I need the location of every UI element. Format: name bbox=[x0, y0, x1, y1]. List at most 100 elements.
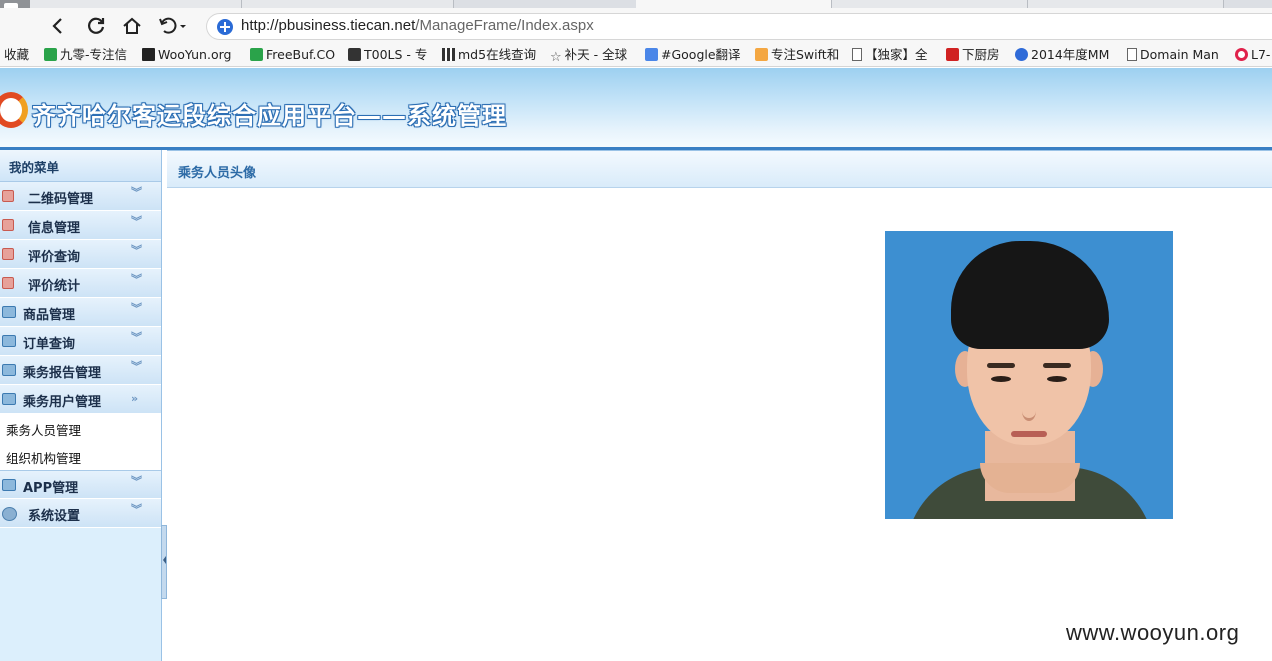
menu-red-icon bbox=[2, 219, 14, 231]
photo-mouth bbox=[1011, 431, 1047, 437]
photo-hair bbox=[951, 241, 1109, 349]
chevron-double-down-icon[interactable]: ︾ bbox=[131, 332, 145, 350]
chevron-double-down-icon[interactable]: ︾ bbox=[131, 187, 145, 205]
app-title: 齐齐哈尔客运段综合应用平台——系统管理 bbox=[32, 102, 507, 130]
menu-item-review-stats[interactable]: 评价统计 ︾ bbox=[0, 269, 161, 298]
bookmark-item[interactable]: md5在线查询 bbox=[442, 46, 536, 64]
bookmark-label: 九零-专注信 bbox=[60, 47, 128, 62]
url-host: http://pbusiness.tiecan.net bbox=[241, 17, 416, 34]
bookmark-label: 收藏 bbox=[4, 47, 30, 62]
crew-member-photo bbox=[885, 231, 1173, 519]
menu-item-orders[interactable]: 订单查询 ︾ bbox=[0, 327, 161, 356]
leaf-icon bbox=[44, 48, 57, 61]
menu-item-goods[interactable]: 商品管理 ︾ bbox=[0, 298, 161, 327]
document-icon bbox=[852, 48, 862, 61]
bookmark-favorites[interactable]: 收藏 bbox=[4, 46, 29, 64]
watermark: www.wooyun.org bbox=[1066, 620, 1240, 645]
menu-item-review-query[interactable]: 评价查询 ︾ bbox=[0, 240, 161, 269]
stack-icon bbox=[2, 306, 16, 318]
menu-red-icon bbox=[2, 190, 14, 202]
back-arrow-icon bbox=[52, 18, 62, 34]
undo-close-tab-button[interactable] bbox=[156, 14, 190, 38]
chevron-double-down-icon[interactable]: ︾ bbox=[131, 245, 145, 263]
bookmark-item[interactable]: 专注Swift和 bbox=[755, 46, 839, 64]
menu-item-qrcode[interactable]: 二维码管理 ︾ bbox=[0, 182, 161, 211]
menu-item-label: 二维码管理 bbox=[28, 192, 94, 207]
menu-item-label: 乘务报告管理 bbox=[23, 366, 102, 381]
menu-item-label: 乘务用户管理 bbox=[23, 395, 102, 410]
photo-nose bbox=[1022, 401, 1036, 421]
photo-eye bbox=[991, 376, 1011, 382]
sidebar-title: 我的菜单 bbox=[0, 150, 161, 182]
bookmark-label: Domain Man bbox=[1140, 47, 1219, 62]
swift-icon bbox=[755, 48, 768, 61]
undo-icon bbox=[159, 17, 186, 34]
grid-icon bbox=[442, 48, 455, 61]
wooyun-icon bbox=[142, 48, 155, 61]
star-icon: ☆ bbox=[550, 50, 562, 65]
chevron-double-down-icon[interactable]: ︾ bbox=[131, 303, 145, 321]
chevron-double-right-icon[interactable]: » bbox=[131, 393, 145, 411]
stack-icon bbox=[2, 393, 16, 405]
browser-tab[interactable] bbox=[1028, 0, 1224, 8]
bookmark-item[interactable]: #Google翻译 bbox=[645, 46, 741, 64]
site-security-icon[interactable] bbox=[217, 19, 233, 35]
browser-tab[interactable] bbox=[242, 0, 454, 8]
menu-item-app[interactable]: APP管理 ︾ bbox=[0, 470, 161, 499]
play-icon bbox=[1015, 48, 1028, 61]
photo-eye bbox=[1047, 376, 1067, 382]
menu-item-label: 评价查询 bbox=[28, 250, 81, 265]
bookmark-item[interactable]: 2014年度MM bbox=[1015, 46, 1109, 64]
sidebar: 我的菜单 二维码管理 ︾ 信息管理 ︾ 评价查询 ︾ 评价统计 ︾ 商品管理 ︾… bbox=[0, 150, 162, 661]
tools-icon bbox=[348, 48, 361, 61]
reload-icon bbox=[88, 17, 105, 34]
bookmark-label: T00LS - 专 bbox=[364, 47, 428, 62]
bookmarks-bar: 收藏 九零-专注信 WooYun.org FreeBuf.CO T00LS - … bbox=[0, 44, 1272, 67]
menu-item-crew-users[interactable]: 乘务用户管理 » bbox=[0, 385, 161, 414]
bookmark-item[interactable]: T00LS - 专 bbox=[348, 46, 427, 64]
browser-tab[interactable] bbox=[832, 0, 1028, 8]
bookmark-item[interactable]: L7- bbox=[1235, 46, 1270, 64]
menu-item-crew-report[interactable]: 乘务报告管理 ︾ bbox=[0, 356, 161, 385]
bookmark-item[interactable]: 下厨房 bbox=[946, 46, 1000, 64]
url-path: /ManageFrame/Index.aspx bbox=[415, 17, 594, 34]
chevron-double-down-icon[interactable]: ︾ bbox=[131, 476, 145, 494]
document-icon bbox=[1127, 48, 1137, 61]
home-button[interactable] bbox=[120, 14, 144, 38]
url-text[interactable]: http://pbusiness.tiecan.net/ManageFrame/… bbox=[241, 17, 594, 34]
chevron-double-down-icon[interactable]: ︾ bbox=[131, 361, 145, 379]
bookmark-item[interactable]: 九零-专注信 bbox=[44, 46, 127, 64]
stack-icon bbox=[2, 364, 16, 376]
chevron-double-down-icon[interactable]: ︾ bbox=[131, 274, 145, 292]
stack-icon bbox=[2, 479, 16, 491]
menu-item-label: APP管理 bbox=[23, 481, 79, 496]
bookmark-label: 【独家】全 bbox=[865, 47, 928, 62]
address-bar[interactable]: http://pbusiness.tiecan.net/ManageFrame/… bbox=[206, 13, 1272, 40]
bookmark-item[interactable]: WooYun.org bbox=[142, 46, 231, 64]
submenu-item-organization[interactable]: 组织机构管理 bbox=[0, 442, 161, 470]
menu-item-label: 评价统计 bbox=[28, 279, 81, 294]
browser-tab-active[interactable] bbox=[636, 0, 832, 8]
chevron-double-down-icon[interactable]: ︾ bbox=[131, 504, 145, 522]
bookmark-item[interactable]: FreeBuf.CO bbox=[250, 46, 335, 64]
bookmark-label: FreeBuf.CO bbox=[266, 47, 336, 62]
app-header: 齐齐哈尔客运段综合应用平台——系统管理 bbox=[0, 68, 1272, 150]
bookmark-label: L7- bbox=[1251, 47, 1271, 62]
back-button[interactable] bbox=[46, 14, 70, 38]
bookmark-item[interactable]: ☆ 补天 - 全球 bbox=[550, 46, 627, 65]
submenu-item-crew-staff[interactable]: 乘务人员管理 bbox=[0, 414, 161, 442]
menu-item-settings[interactable]: 系统设置 ︾ bbox=[0, 499, 161, 528]
chevron-double-down-icon[interactable]: ︾ bbox=[131, 216, 145, 234]
app-logo-icon bbox=[0, 92, 28, 128]
menu-item-label: 订单查询 bbox=[23, 337, 76, 352]
bookmark-item[interactable]: 【独家】全 bbox=[852, 46, 928, 64]
bookmark-label: md5在线查询 bbox=[458, 47, 537, 62]
kitchen-icon bbox=[946, 48, 959, 61]
menu-item-info[interactable]: 信息管理 ︾ bbox=[0, 211, 161, 240]
bookmark-label: WooYun.org bbox=[158, 47, 232, 62]
translate-icon bbox=[645, 48, 658, 61]
bookmark-item[interactable]: Domain Man bbox=[1127, 46, 1219, 64]
photo-brow bbox=[987, 363, 1015, 368]
reload-button[interactable] bbox=[84, 14, 108, 38]
browser-tab[interactable] bbox=[30, 0, 242, 8]
